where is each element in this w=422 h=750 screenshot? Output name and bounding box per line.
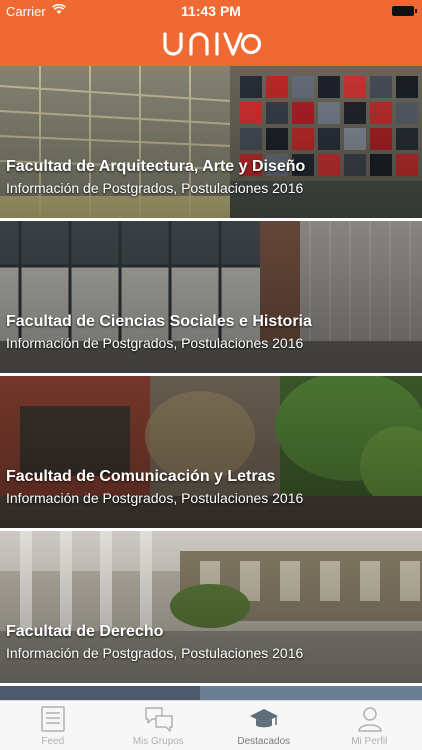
faculty-feed[interactable]: Facultad de Arquitectura, Arte y Diseño … — [0, 66, 422, 700]
tab-feed[interactable]: Feed — [0, 701, 106, 750]
faculty-card-partial[interactable] — [0, 686, 422, 700]
univo-logo — [163, 32, 261, 56]
faculty-photo — [0, 686, 422, 700]
faculty-card-derecho[interactable]: Facultad de Derecho Información de Postg… — [0, 531, 422, 683]
tab-bar: Feed Mis Grupos Destacados Mi Perfil — [0, 700, 422, 750]
battery-icon — [392, 6, 417, 16]
clock: 11:43 PM — [181, 3, 241, 19]
card-title: Facultad de Arquitectura, Arte y Diseño — [6, 158, 306, 175]
tab-mis-grupos[interactable]: Mis Grupos — [106, 701, 212, 750]
tab-label: Feed — [41, 736, 65, 747]
person-icon — [357, 707, 382, 732]
card-subtitle: Información de Postgrados, Postulaciones… — [6, 180, 304, 196]
faculty-card-ciencias-sociales[interactable]: Facultad de Ciencias Sociales e Historia… — [0, 221, 422, 373]
faculty-card-arquitectura[interactable]: Facultad de Arquitectura, Arte y Diseño … — [0, 66, 422, 218]
status-bar: Carrier 11:43 PM — [0, 0, 422, 22]
tab-mi-perfil[interactable]: Mi Perfil — [317, 701, 422, 750]
graduation-cap-icon — [250, 709, 278, 728]
nav-bar — [0, 22, 422, 66]
chat-bubbles-icon — [144, 707, 173, 732]
tab-destacados[interactable]: Destacados — [211, 701, 317, 750]
card-title: Facultad de Derecho — [6, 623, 164, 640]
tab-label: Mis Grupos — [132, 736, 184, 747]
faculty-card-comunicacion[interactable]: Facultad de Comunicación y Letras Inform… — [0, 376, 422, 528]
card-subtitle: Información de Postgrados, Postulaciones… — [6, 335, 304, 351]
card-subtitle: Información de Postgrados, Postulaciones… — [6, 490, 304, 506]
tab-label: Mi Perfil — [351, 736, 388, 747]
card-title: Facultad de Ciencias Sociales e Historia — [6, 313, 312, 330]
newspaper-icon — [41, 706, 65, 732]
card-subtitle: Información de Postgrados, Postulaciones… — [6, 645, 304, 661]
card-title: Facultad de Comunicación y Letras — [6, 468, 276, 485]
tab-label: Destacados — [237, 736, 291, 747]
